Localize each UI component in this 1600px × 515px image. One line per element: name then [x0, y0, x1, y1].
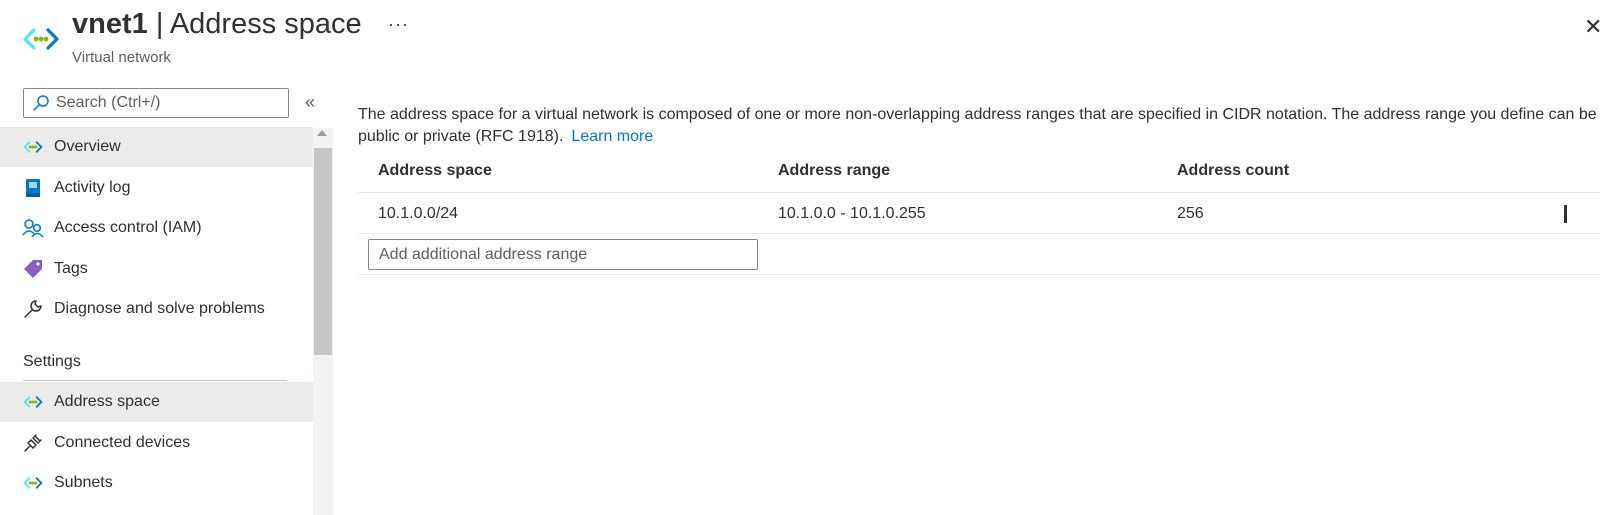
sidebar-item-address-space[interactable]: Address space [0, 382, 313, 422]
cell-address-space: 10.1.0.0/24 [378, 205, 459, 222]
more-options-button[interactable]: ··· [388, 14, 409, 35]
sidebar-item-activity-log[interactable]: Activity log [0, 168, 313, 208]
learn-more-link[interactable]: Learn more [571, 128, 653, 145]
table-header-row: Address space Address range Address coun… [358, 152, 1600, 193]
sidebar-item-overview[interactable]: Overview [0, 127, 313, 167]
sidebar-item-connected-devices[interactable]: Connected devices [0, 423, 313, 463]
plug-icon [22, 432, 44, 454]
sidebar-item-access-control[interactable]: Access control (IAM) [0, 208, 313, 248]
column-header-address-count: Address count [1177, 162, 1290, 179]
search-input[interactable] [56, 94, 286, 112]
wrench-icon [22, 298, 44, 320]
blade-header: vnet1 | Address space Virtual network ··… [0, 0, 1600, 80]
title-separator: | [147, 8, 170, 40]
vnet-icon [22, 472, 44, 494]
vnet-icon [22, 136, 44, 158]
description-text: The address space for a virtual network … [358, 106, 1597, 145]
main-content: The address space for a virtual network … [358, 104, 1600, 275]
cell-address-count: 256 [1177, 205, 1204, 222]
vnet-icon [22, 391, 44, 413]
sidebar: « Overview Activity log [0, 80, 333, 515]
scroll-up-arrow-icon[interactable] [317, 130, 327, 136]
sidebar-item-label: Activity log [54, 179, 131, 196]
scroll-thumb[interactable] [314, 148, 332, 355]
search-icon [33, 95, 49, 111]
add-address-range-row [358, 234, 1600, 275]
column-header-address-range: Address range [778, 162, 891, 179]
sidebar-scrollbar[interactable] [313, 128, 333, 515]
cell-address-range: 10.1.0.0 - 10.1.0.255 [778, 205, 926, 222]
table-row: 10.1.0.0/24 10.1.0.0 - 10.1.0.255 256 [358, 193, 1600, 234]
row-delete-icon[interactable] [1564, 205, 1567, 223]
blade-title: Address space [169, 8, 362, 40]
collapse-sidebar-button[interactable]: « [305, 92, 315, 113]
close-button[interactable]: ✕ [1584, 14, 1600, 40]
sidebar-item-label: Subnets [54, 474, 113, 491]
people-icon [22, 217, 44, 239]
section-header-settings: Settings [23, 353, 81, 370]
resource-type: Virtual network [72, 49, 171, 66]
activity-log-icon [22, 177, 44, 199]
section-divider [23, 380, 287, 381]
description: The address space for a virtual network … [358, 104, 1600, 148]
resource-name: vnet1 [72, 8, 148, 40]
column-header-address-space: Address space [378, 162, 492, 179]
sidebar-search[interactable] [23, 88, 289, 118]
sidebar-item-tags[interactable]: Tags [0, 249, 313, 289]
sidebar-item-diagnose[interactable]: Diagnose and solve problems [0, 289, 313, 329]
sidebar-item-label: Tags [54, 260, 88, 277]
sidebar-item-label: Overview [54, 138, 121, 155]
sidebar-item-label: Connected devices [54, 434, 191, 451]
vnet-icon [23, 28, 59, 50]
sidebar-item-label: Address space [54, 393, 160, 410]
sidebar-item-label: Access control (IAM) [54, 219, 202, 236]
tag-icon [22, 258, 44, 280]
sidebar-item-label: Diagnose and solve problems [54, 300, 265, 317]
page-title: vnet1 | Address space [72, 8, 362, 41]
add-address-range-input[interactable] [368, 239, 758, 270]
sidebar-item-subnets[interactable]: Subnets [0, 463, 313, 503]
